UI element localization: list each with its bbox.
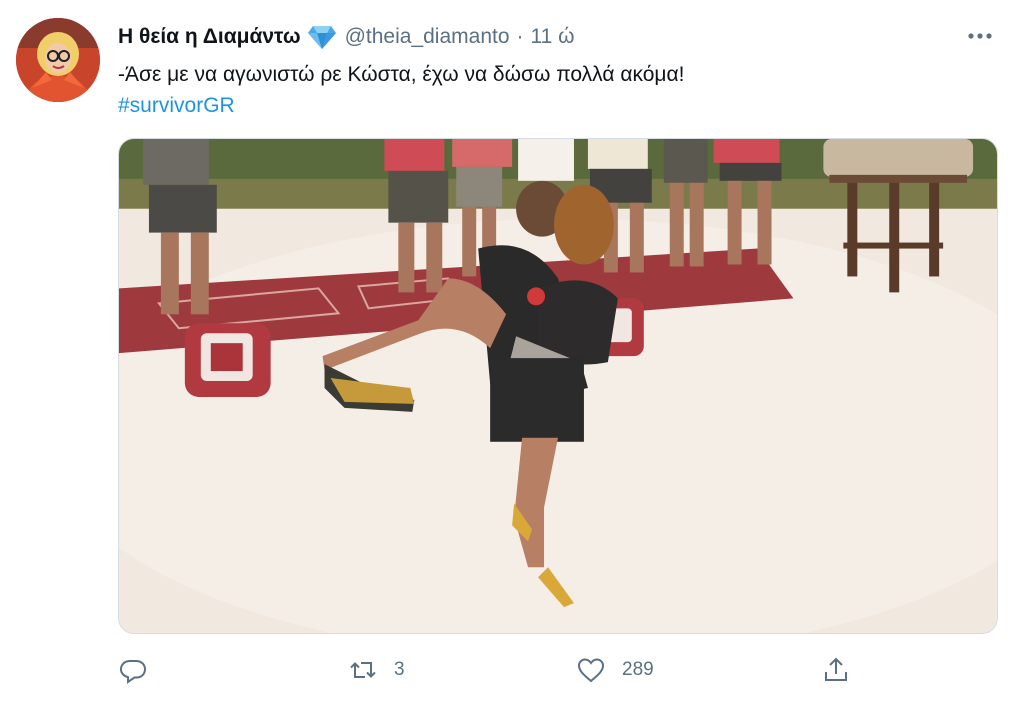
tweet-time[interactable]: 11 ώ — [531, 22, 575, 52]
retweet-count: 3 — [394, 659, 405, 680]
avatar-image — [16, 18, 100, 102]
tweet-text: -Άσε με να αγωνιστώ ρε Κώστα, έχω να δώσ… — [118, 63, 685, 86]
user-handle[interactable]: @theia_diamanto — [345, 22, 510, 52]
image-icon — [119, 139, 997, 633]
display-name[interactable]: Η θεία η Διαμάντω — [118, 22, 301, 52]
hashtag-link[interactable]: #survivorGR — [118, 91, 235, 121]
tweet-media[interactable] — [118, 138, 998, 634]
reply-button[interactable] — [118, 650, 164, 690]
tweet-header: Η θεία η Διαμάντω @theia_diamanto · 11 ώ — [118, 22, 575, 52]
like-count: 289 — [622, 659, 654, 680]
tweet-actions: 3 289 — [118, 650, 998, 690]
retweet-button[interactable]: 3 — [348, 650, 405, 690]
separator-dot: · — [516, 25, 524, 48]
like-button[interactable]: 289 — [576, 650, 654, 690]
avatar[interactable] — [16, 18, 100, 102]
share-button[interactable] — [821, 650, 867, 690]
reply-icon — [118, 655, 148, 685]
diamond-icon — [307, 23, 337, 51]
heart-icon — [576, 655, 606, 685]
more-icon[interactable] — [966, 24, 994, 48]
retweet-icon — [348, 655, 378, 685]
share-icon — [821, 655, 851, 685]
tweet-card: Η θεία η Διαμάντω @theia_diamanto · 11 ώ… — [0, 0, 1024, 701]
